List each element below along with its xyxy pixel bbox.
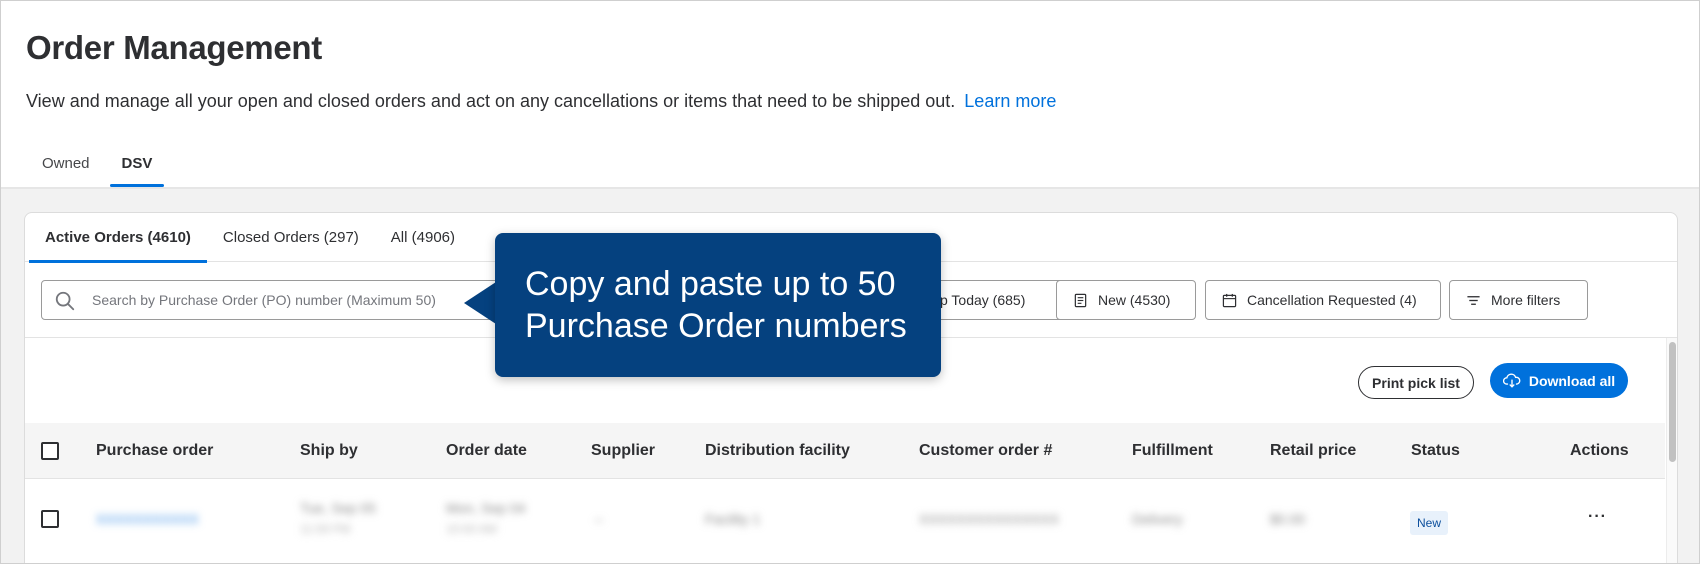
- tooltip-text: Copy and paste up to 50 Purchase Order n…: [525, 265, 907, 345]
- row-actions-menu-button[interactable]: ···: [1588, 508, 1607, 526]
- page-description: View and manage all your open and closed…: [26, 91, 1056, 112]
- column-supplier[interactable]: Supplier: [591, 442, 655, 460]
- supplier-value: –: [595, 511, 603, 527]
- column-fulfillment[interactable]: Fulfillment: [1132, 442, 1213, 460]
- document-icon: [1074, 293, 1087, 307]
- tab-owned[interactable]: Owned: [26, 151, 106, 189]
- filter-icon: [1467, 295, 1480, 305]
- select-all-checkbox[interactable]: [41, 442, 59, 460]
- fulfillment-value: Delivery: [1132, 511, 1183, 527]
- row-checkbox[interactable]: [41, 510, 59, 528]
- po-search-box[interactable]: [41, 280, 511, 320]
- page-description-text: View and manage all your open and closed…: [26, 91, 956, 111]
- print-pick-list-button[interactable]: Print pick list: [1358, 366, 1474, 399]
- tab-closed-orders[interactable]: Closed Orders (297): [207, 213, 375, 262]
- tab-dsv[interactable]: DSV: [106, 151, 169, 189]
- learn-more-link[interactable]: Learn more: [964, 91, 1056, 111]
- cancellation-requested-filter[interactable]: Cancellation Requested (4): [1205, 280, 1441, 320]
- distribution-facility-value: Facility 1: [705, 511, 761, 527]
- purchase-order-link[interactable]: XXXXXXXXXXX: [96, 511, 199, 527]
- download-all-label: Download all: [1528, 372, 1616, 389]
- tooltip-arrow: [464, 282, 496, 324]
- tab-all-orders[interactable]: All (4906): [375, 213, 471, 262]
- calendar-icon: [1222, 293, 1237, 307]
- tab-active-orders[interactable]: Active Orders (4610): [29, 213, 207, 263]
- ship-today-filter-label: p Today (685): [940, 292, 1026, 308]
- column-order-date[interactable]: Order date: [446, 442, 527, 460]
- search-tooltip: Copy and paste up to 50 Purchase Order n…: [495, 233, 941, 377]
- new-filter[interactable]: New (4530): [1056, 280, 1196, 320]
- ship-by-time: 11:59 PM: [300, 522, 351, 536]
- more-filters-button[interactable]: More filters: [1449, 280, 1588, 320]
- page-header: Order Management View and manage all you…: [1, 1, 1699, 189]
- table-scrollbar[interactable]: [1666, 338, 1677, 563]
- customer-order-value: XXXXXXXXXXXXXXX: [919, 511, 1060, 527]
- order-date: Mon, Sep 04: [446, 500, 526, 516]
- column-ship-by[interactable]: Ship by: [300, 442, 358, 460]
- page-title: Order Management: [26, 29, 322, 66]
- retail-price-value: $0.00: [1270, 511, 1306, 527]
- more-filters-label: More filters: [1491, 292, 1561, 308]
- column-status[interactable]: Status: [1411, 442, 1460, 460]
- column-purchase-order[interactable]: Purchase order: [96, 442, 213, 460]
- table-row: XXXXXXXXXXX Tue, Sep 05 11:59 PM Mon, Se…: [25, 480, 1665, 560]
- column-distribution-facility[interactable]: Distribution facility: [705, 442, 850, 460]
- cloud-download-icon: [1502, 373, 1521, 388]
- column-actions: Actions: [1570, 442, 1629, 459]
- order-date-time: 10:00 AM: [446, 522, 497, 536]
- cancellation-filter-label: Cancellation Requested (4): [1247, 292, 1417, 308]
- status-badge: New: [1410, 511, 1449, 535]
- column-retail-price[interactable]: Retail price: [1270, 442, 1356, 460]
- new-filter-label: New (4530): [1098, 292, 1171, 308]
- order-management-window: Order Management View and manage all you…: [0, 0, 1700, 564]
- scrollbar-thumb[interactable]: [1669, 342, 1676, 462]
- ship-by-date: Tue, Sep 05: [300, 500, 376, 516]
- ownership-tabs: Owned DSV: [26, 151, 168, 189]
- search-icon: [55, 291, 75, 311]
- download-all-button[interactable]: Download all: [1490, 363, 1628, 398]
- po-search-input[interactable]: [92, 281, 502, 319]
- orders-table-header: Purchase order Ship by Order date Suppli…: [25, 423, 1665, 479]
- column-customer-order[interactable]: Customer order #: [919, 442, 1052, 460]
